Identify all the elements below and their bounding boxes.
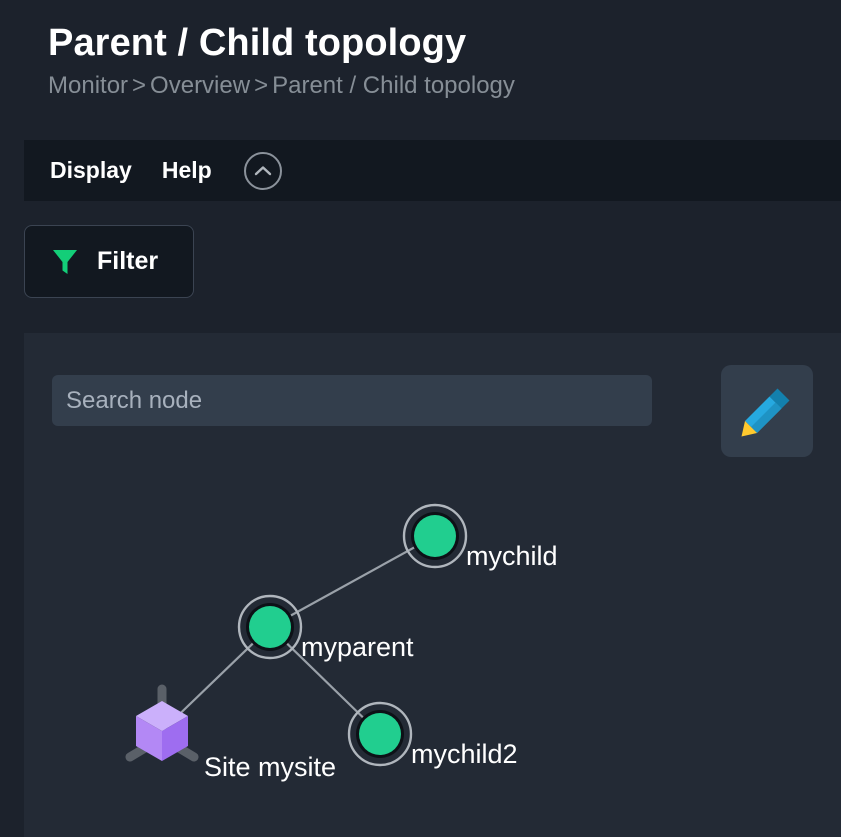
filter-button-label: Filter (97, 247, 159, 275)
topology-content-panel: mychild myparent mychild2 (24, 333, 841, 837)
topology-node-label-myparent: myparent (301, 632, 414, 662)
breadcrumb-item-current: Parent / Child topology (272, 71, 515, 99)
edge-myparent-mychild (269, 535, 436, 628)
menu-item-help[interactable]: Help (162, 159, 212, 182)
topology-node-myparent[interactable] (237, 594, 303, 660)
breadcrumb-item-overview[interactable]: Overview (150, 72, 250, 99)
breadcrumb-item-monitor[interactable]: Monitor (48, 72, 128, 99)
topology-node-label-mychild: mychild (466, 541, 558, 571)
page-header: Parent / Child topology Monitor > Overview… (0, 0, 841, 140)
topology-node-mychild2[interactable] (347, 701, 413, 767)
topology-node-mysite[interactable] (125, 684, 199, 762)
breadcrumb: Monitor > Overview > Parent / Child topology (48, 70, 841, 101)
topology-graph[interactable]: mychild myparent mychild2 Site mysite (24, 333, 841, 837)
filter-button[interactable]: Filter (24, 225, 194, 298)
topology-canvas[interactable]: mychild myparent mychild2 Site mysite (24, 333, 841, 837)
site-cube-icon (125, 684, 199, 762)
collapse-toggle-button[interactable] (243, 151, 282, 190)
menu-bar: Display Help (24, 140, 841, 201)
breadcrumb-separator: > (132, 71, 147, 99)
topology-node-mychild[interactable] (402, 503, 468, 569)
filter-toolbar: Filter (24, 201, 841, 333)
topology-nodes[interactable]: mychild myparent mychild2 Site mysite (125, 503, 558, 782)
funnel-icon (53, 249, 77, 274)
page-title: Parent / Child topology (48, 22, 467, 64)
chevron-up-icon (254, 165, 271, 175)
topology-node-label-mysite: Site mysite (204, 752, 336, 782)
menu-item-display[interactable]: Display (50, 159, 132, 182)
topology-node-label-mychild2: mychild2 (411, 739, 518, 769)
breadcrumb-separator: > (254, 71, 269, 99)
